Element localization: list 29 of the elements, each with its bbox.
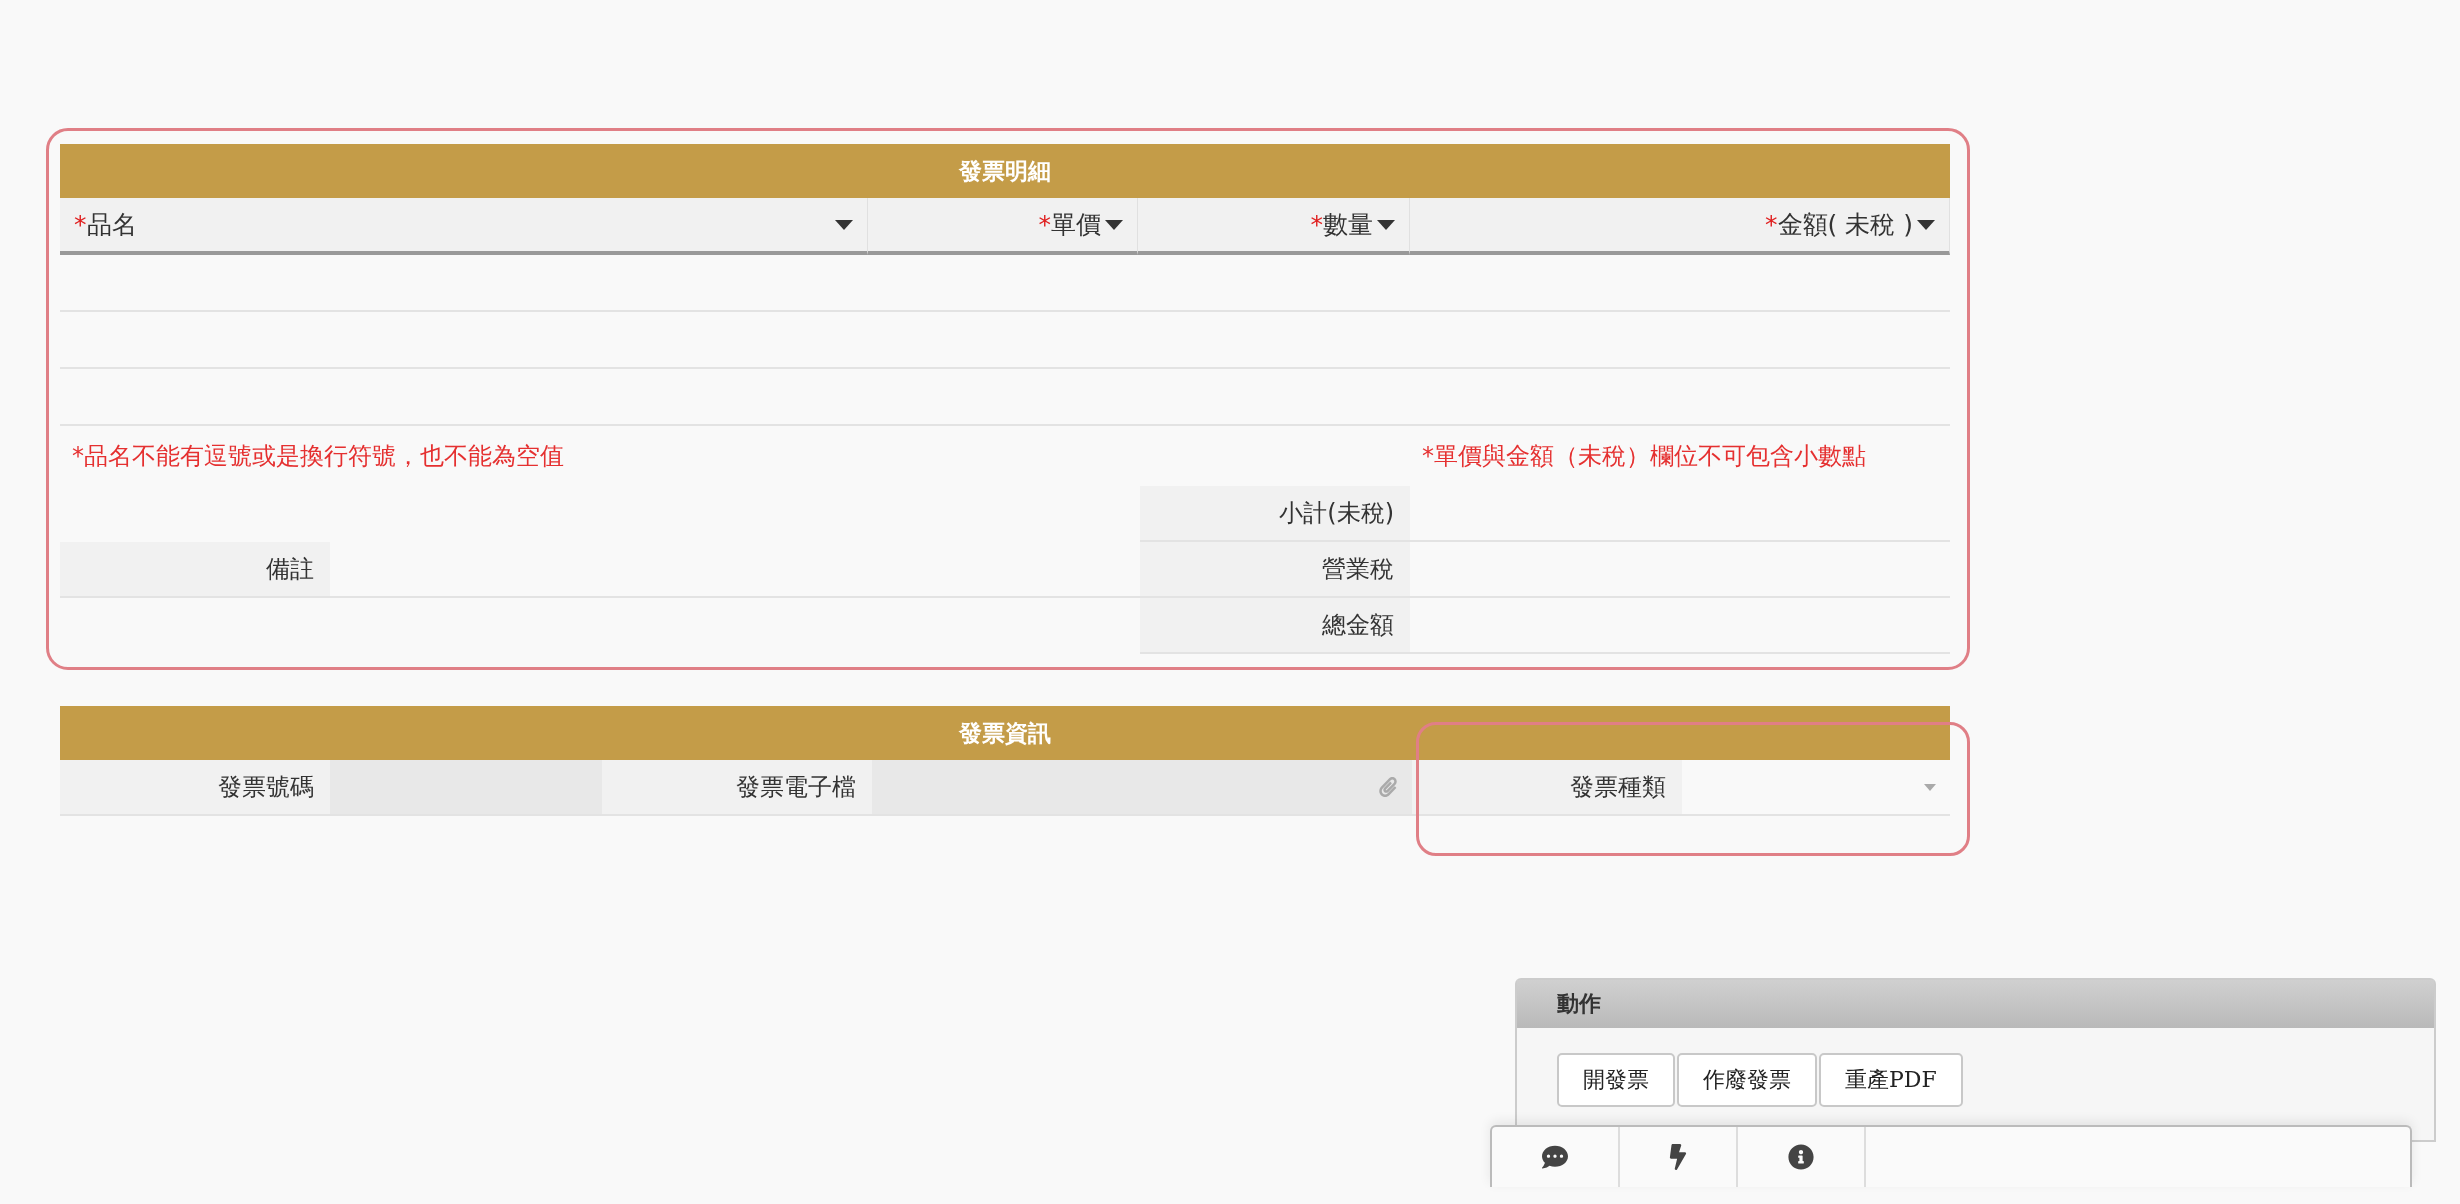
- input-field[interactable]: [330, 760, 602, 816]
- action-button[interactable]: 重產PDF: [1819, 1053, 1963, 1107]
- column-header[interactable]: *數量: [1138, 198, 1410, 255]
- field-label: 小計(未稅): [1140, 486, 1410, 542]
- info-icon: [1788, 1144, 1814, 1170]
- section-title: 發票明細: [60, 144, 1950, 198]
- panel-title: 動作: [1517, 980, 2434, 1028]
- caret-icon: [1377, 219, 1395, 230]
- caret-icon: [1105, 219, 1123, 230]
- column-header[interactable]: *金額( 未稅 ): [1410, 198, 1950, 255]
- speech-bubble-icon: [1542, 1144, 1568, 1170]
- caret-icon: [835, 219, 853, 230]
- action-button[interactable]: 開發票: [1557, 1053, 1675, 1107]
- section-title: 發票資訊: [60, 706, 1950, 760]
- caret-icon: [1917, 219, 1935, 230]
- validation-note: *單價與金額（未稅）欄位不可包含小數點: [1422, 441, 1866, 472]
- action-button[interactable]: 作廢發票: [1677, 1053, 1817, 1107]
- caret-icon: [1924, 783, 1936, 791]
- validation-note: *品名不能有逗號或是換行符號，也不能為空值: [72, 441, 564, 472]
- field-label: 備註: [60, 542, 330, 598]
- paperclip-icon: [1378, 777, 1398, 797]
- field-label: 總金額: [1140, 598, 1410, 654]
- column-header[interactable]: *單價: [868, 198, 1138, 255]
- field-label: 發票種類: [1412, 760, 1682, 816]
- field-label: 發票電子檔: [602, 760, 872, 816]
- file-field[interactable]: [872, 760, 1412, 816]
- field-label: 營業稅: [1140, 542, 1410, 598]
- field-label: 發票號碼: [60, 760, 330, 816]
- column-header[interactable]: *品名: [60, 198, 868, 255]
